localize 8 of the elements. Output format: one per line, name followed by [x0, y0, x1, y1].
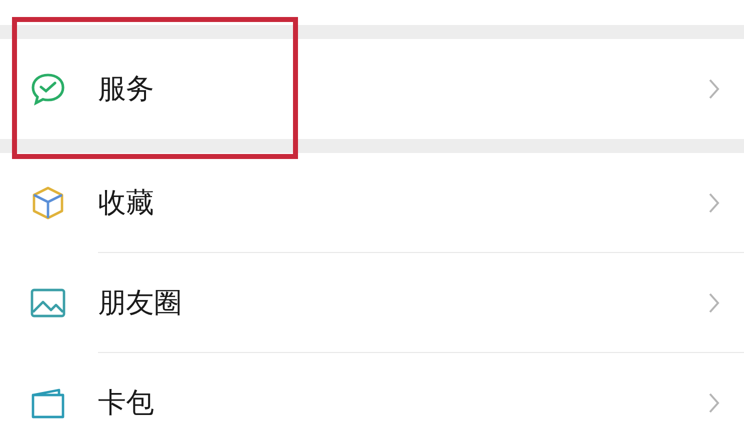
menu-item-label[interactable]: 服务 [98, 70, 154, 108]
chevron-right-icon [708, 192, 720, 214]
menu-item-label[interactable]: 收藏 [98, 184, 154, 222]
chevron-right-icon [708, 392, 720, 414]
chevron-right-icon [708, 292, 720, 314]
menu-item-label[interactable]: 朋友圈 [98, 284, 182, 322]
menu-item-label[interactable]: 卡包 [98, 384, 154, 422]
chevron-right-icon [708, 78, 720, 100]
